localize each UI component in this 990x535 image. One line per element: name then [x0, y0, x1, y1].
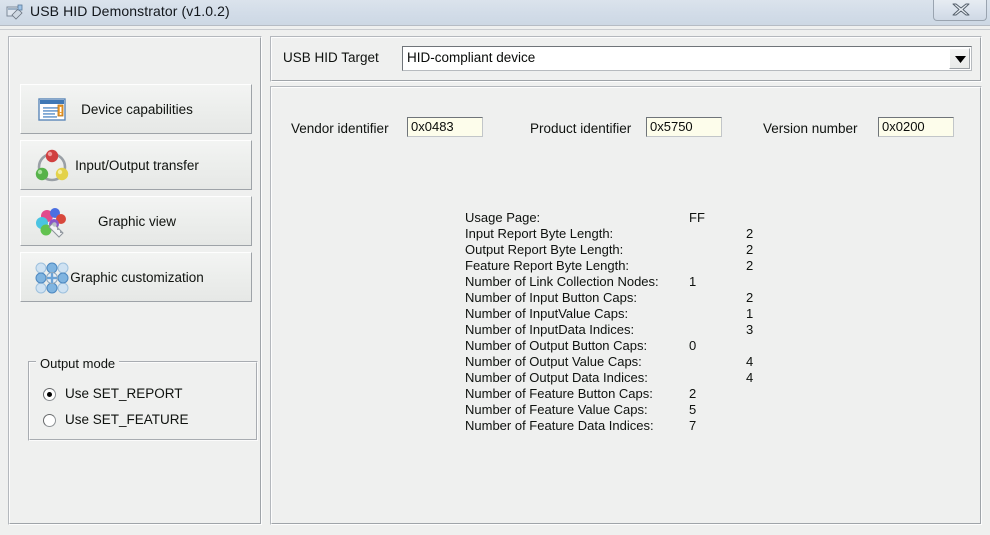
capability-name: Number of Feature Value Caps:	[465, 402, 648, 417]
capability-row: Number of Feature Button Caps: 2	[465, 386, 765, 402]
capability-value: 3	[746, 322, 754, 337]
title-bar-divider	[0, 26, 990, 30]
capability-value: 2	[689, 386, 697, 401]
sidebar-item-device-capabilities[interactable]: Device capabilities	[20, 84, 252, 134]
application-window: USB HID Demonstrator (v1.0.2) Device cap…	[0, 0, 990, 535]
capability-row: Number of InputValue Caps: 1	[465, 306, 765, 322]
sidebar-item-device-capabilities-label: Device capabilities	[81, 102, 193, 117]
capability-row: Number of Link Collection Nodes: 1	[465, 274, 765, 290]
sidebar-item-graphic-view[interactable]: Graphic view	[20, 196, 252, 246]
version-number-field[interactable]: 0x0200	[878, 117, 954, 137]
capability-row: Feature Report Byte Length: 2	[465, 258, 765, 274]
usb-target-combobox[interactable]: HID-compliant device	[402, 46, 972, 71]
capability-value: 2	[746, 258, 754, 273]
capability-value: 1	[746, 306, 754, 321]
capability-name: Number of InputValue Caps:	[465, 306, 629, 321]
capability-value: FF	[689, 210, 705, 225]
window-title: USB HID Demonstrator (v1.0.2)	[30, 3, 230, 19]
usb-target-label: USB HID Target	[283, 50, 379, 65]
app-icon	[6, 4, 24, 22]
capability-row: Input Report Byte Length: 2	[465, 226, 765, 242]
capability-value: 7	[689, 418, 697, 433]
sidebar-item-graphic-customization[interactable]: Graphic customization	[20, 252, 252, 302]
output-mode-legend: Output mode	[36, 356, 120, 371]
capability-name: Number of Input Button Caps:	[465, 290, 637, 305]
usb-target-selected-value: HID-compliant device	[407, 50, 536, 65]
title-bar: USB HID Demonstrator (v1.0.2)	[0, 0, 990, 26]
capability-name: Number of Feature Button Caps:	[465, 386, 653, 401]
vendor-identifier-field[interactable]: 0x0483	[407, 117, 483, 137]
capability-name: Number of Output Data Indices:	[465, 370, 648, 385]
capability-value: 2	[746, 242, 754, 257]
capability-row: Number of Feature Data Indices: 7	[465, 418, 765, 434]
radio-use-set-report-mark[interactable]	[43, 388, 56, 401]
capability-value: 1	[689, 274, 697, 289]
capability-row: Number of Output Button Caps: 0	[465, 338, 765, 354]
capability-row: Usage Page: FF	[465, 210, 765, 226]
close-button[interactable]	[933, 0, 987, 21]
capability-value: 5	[689, 402, 697, 417]
capability-name: Number of Feature Data Indices:	[465, 418, 654, 433]
capability-name: Number of Output Button Caps:	[465, 338, 648, 353]
capability-row: Number of Output Value Caps: 4	[465, 354, 765, 370]
capability-row: Number of InputData Indices: 3	[465, 322, 765, 338]
capability-name: Feature Report Byte Length:	[465, 258, 630, 273]
capability-row: Output Report Byte Length: 2	[465, 242, 765, 258]
version-number-label: Version number	[763, 121, 858, 136]
capability-name: Output Report Byte Length:	[465, 242, 624, 257]
capability-name: Number of InputData Indices:	[465, 322, 635, 337]
sidebar-item-io-transfer[interactable]: Input/Output transfer	[20, 140, 252, 190]
output-mode-group	[28, 361, 258, 441]
output-mode-group-bevel	[29, 362, 257, 440]
sidebar-panel: Device capabilities Input/Output transfe…	[8, 36, 262, 525]
capability-value: 2	[746, 290, 754, 305]
radio-use-set-feature-label: Use SET_FEATURE	[65, 412, 189, 427]
sidebar-item-graphic-view-label: Graphic view	[97, 214, 177, 229]
capability-value: 4	[746, 354, 754, 369]
capability-row: Number of Input Button Caps: 2	[465, 290, 765, 306]
chevron-down-icon[interactable]	[949, 48, 970, 69]
capability-value: 0	[689, 338, 697, 353]
capability-name: Number of Output Value Caps:	[465, 354, 642, 369]
capability-row: Number of Feature Value Caps: 5	[465, 402, 765, 418]
capability-row: Number of Output Data Indices: 4	[465, 370, 765, 386]
sidebar-item-io-transfer-label: Input/Output transfer	[75, 158, 199, 173]
capability-name: Input Report Byte Length:	[465, 226, 614, 241]
capabilities-list: Usage Page: FF Input Report Byte Length: 2 O…	[465, 210, 765, 434]
capability-name: Number of Link Collection Nodes:	[465, 274, 659, 289]
sidebar-item-graphic-customization-label: Graphic customization	[70, 270, 204, 285]
capability-value: 2	[746, 226, 754, 241]
vendor-identifier-label: Vendor identifier	[291, 121, 389, 136]
product-identifier-label: Product identifier	[530, 121, 632, 136]
product-identifier-field[interactable]: 0x5750	[646, 117, 722, 137]
capability-name: Usage Page:	[465, 210, 541, 225]
capability-value: 4	[746, 370, 754, 385]
radio-use-set-report-label: Use SET_REPORT	[65, 386, 183, 401]
radio-use-set-feature-mark[interactable]	[43, 414, 56, 427]
